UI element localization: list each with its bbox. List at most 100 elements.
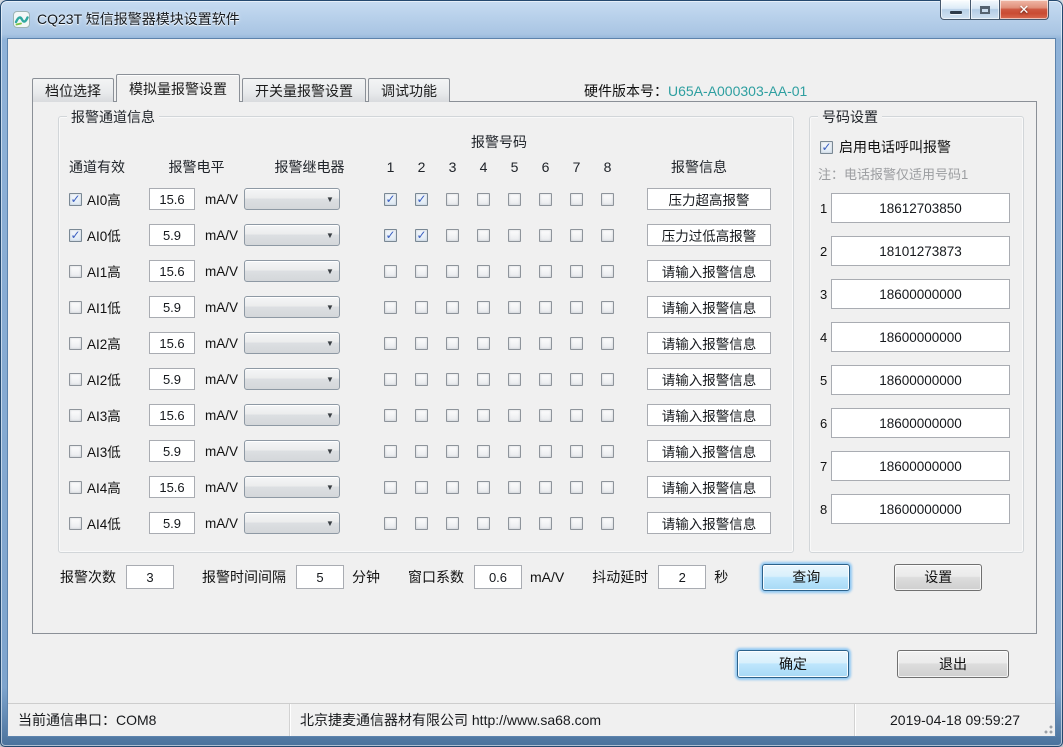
alarm-message-input[interactable] [647,404,771,426]
alarm-level-input[interactable] [149,260,195,282]
alarm-level-input[interactable] [149,476,195,498]
alarm-number-checkbox[interactable] [415,445,428,458]
alarm-number-checkbox[interactable] [415,481,428,494]
resize-grip-icon[interactable] [1041,722,1053,734]
alarm-number-checkbox[interactable] [601,409,614,422]
alarm-number-checkbox[interactable] [570,481,583,494]
alarm-number-checkbox[interactable]: ✓ [384,229,397,242]
alarm-level-input[interactable] [149,296,195,318]
minimize-button[interactable] [940,0,971,20]
close-button[interactable]: ✕ [1000,0,1049,20]
alarm-number-checkbox[interactable] [384,481,397,494]
ok-button[interactable]: 确定 [737,650,849,678]
alarm-number-checkbox[interactable] [570,301,583,314]
alarm-number-checkbox[interactable] [601,445,614,458]
phone-number-input[interactable] [831,279,1010,309]
alarm-number-checkbox[interactable] [539,409,552,422]
alarm-number-checkbox[interactable]: ✓ [415,229,428,242]
alarm-message-input[interactable] [647,188,771,210]
channel-enabled-checkbox[interactable] [69,373,82,386]
alarm-message-input[interactable] [647,476,771,498]
alarm-number-checkbox[interactable] [384,265,397,278]
phone-number-input[interactable] [831,408,1010,438]
alarm-relay-select[interactable]: ▼ [244,296,340,318]
alarm-number-checkbox[interactable] [508,229,521,242]
phone-number-input[interactable] [831,365,1010,395]
alarm-number-checkbox[interactable] [384,517,397,530]
alarm-number-checkbox[interactable] [601,301,614,314]
phone-number-input[interactable] [831,451,1010,481]
query-button[interactable]: 查询 [762,564,850,591]
alarm-number-checkbox[interactable] [446,193,459,206]
alarm-number-checkbox[interactable] [384,409,397,422]
alarm-number-checkbox[interactable] [570,409,583,422]
phone-number-input[interactable] [831,236,1010,266]
alarm-relay-select[interactable]: ▼ [244,476,340,498]
alarm-number-checkbox[interactable] [539,517,552,530]
alarm-number-checkbox[interactable] [601,265,614,278]
exit-button[interactable]: 退出 [897,650,1009,678]
alarm-number-checkbox[interactable] [446,517,459,530]
alarm-relay-select[interactable]: ▼ [244,512,340,534]
alarm-relay-select[interactable]: ▼ [244,332,340,354]
alarm-number-checkbox[interactable] [477,301,490,314]
alarm-number-checkbox[interactable] [508,301,521,314]
alarm-number-checkbox[interactable] [601,337,614,350]
channel-enabled-checkbox[interactable] [69,409,82,422]
alarm-number-checkbox[interactable] [570,517,583,530]
alarm-number-checkbox[interactable] [477,517,490,530]
alarm-relay-select[interactable]: ▼ [244,404,340,426]
alarm-number-checkbox[interactable] [539,301,552,314]
alarm-number-checkbox[interactable] [570,337,583,350]
alarm-number-checkbox[interactable] [415,373,428,386]
alarm-number-checkbox[interactable] [508,373,521,386]
alarm-number-checkbox[interactable] [601,481,614,494]
channel-enabled-checkbox[interactable] [69,481,82,494]
alarm-number-checkbox[interactable] [570,265,583,278]
alarm-message-input[interactable] [647,260,771,282]
alarm-message-input[interactable] [647,332,771,354]
alarm-number-checkbox[interactable] [477,229,490,242]
alarm-number-checkbox[interactable] [446,301,459,314]
alarm-number-checkbox[interactable] [446,373,459,386]
maximize-button[interactable] [971,0,1000,20]
alarm-number-checkbox[interactable] [539,445,552,458]
alarm-number-checkbox[interactable] [477,193,490,206]
alarm-number-checkbox[interactable] [508,337,521,350]
param-input[interactable] [474,565,522,589]
alarm-relay-select[interactable]: ▼ [244,260,340,282]
alarm-number-checkbox[interactable] [446,445,459,458]
alarm-number-checkbox[interactable] [415,409,428,422]
alarm-number-checkbox[interactable] [508,481,521,494]
alarm-number-checkbox[interactable] [477,445,490,458]
alarm-number-checkbox[interactable]: ✓ [415,193,428,206]
alarm-number-checkbox[interactable] [415,517,428,530]
alarm-message-input[interactable] [647,296,771,318]
enable-phone-call-checkbox[interactable]: ✓ [820,141,833,154]
alarm-number-checkbox[interactable] [508,409,521,422]
alarm-number-checkbox[interactable] [570,445,583,458]
alarm-message-input[interactable] [647,512,771,534]
alarm-number-checkbox[interactable] [384,301,397,314]
channel-enabled-checkbox[interactable] [69,301,82,314]
tab-item[interactable]: 调试功能 [368,78,450,102]
channel-enabled-checkbox[interactable]: ✓ [69,193,82,206]
alarm-relay-select[interactable]: ▼ [244,188,340,210]
tab-item[interactable]: 开关量报警设置 [242,78,366,102]
phone-number-input[interactable] [831,494,1010,524]
phone-number-input[interactable] [831,193,1010,223]
alarm-number-checkbox[interactable] [539,373,552,386]
alarm-number-checkbox[interactable] [508,517,521,530]
channel-enabled-checkbox[interactable] [69,517,82,530]
alarm-number-checkbox[interactable] [415,301,428,314]
alarm-level-input[interactable] [149,512,195,534]
channel-enabled-checkbox[interactable] [69,445,82,458]
tab-active[interactable]: 模拟量报警设置 [116,74,240,102]
alarm-number-checkbox[interactable] [570,193,583,206]
param-input[interactable] [126,565,174,589]
alarm-level-input[interactable] [149,404,195,426]
channel-enabled-checkbox[interactable]: ✓ [69,229,82,242]
alarm-number-checkbox[interactable] [601,193,614,206]
alarm-message-input[interactable] [647,224,771,246]
alarm-number-checkbox[interactable] [446,265,459,278]
